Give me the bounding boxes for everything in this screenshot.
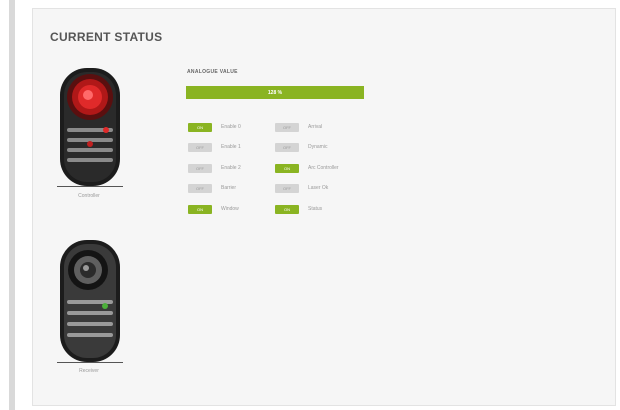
status-badge: OFF: [275, 122, 299, 132]
status-label: Arc Controller: [308, 165, 339, 171]
status-row-barrier: OFF Barrier: [188, 182, 236, 194]
status-label: Window: [221, 206, 239, 212]
status-row-window: ON Window: [188, 203, 239, 215]
status-badge: ON: [188, 122, 212, 132]
status-label: Enable 1: [221, 144, 241, 150]
controller-label: Controller: [78, 193, 100, 199]
status-row-arrival: OFF Arrival: [275, 121, 322, 133]
status-row-enable-2: OFF Enable 2: [188, 162, 241, 174]
analogue-value-bar: 128 %: [186, 86, 364, 99]
status-row-laser-ok: OFF Laser Ok: [275, 182, 328, 194]
status-badge: ON: [275, 163, 299, 173]
status-badge: OFF: [188, 142, 212, 152]
status-label: Enable 2: [221, 165, 241, 171]
status-badge: ON: [275, 204, 299, 214]
controller-device-image: [55, 62, 125, 190]
status-label: Barrier: [221, 185, 237, 191]
receiver-device-image: [55, 236, 125, 366]
status-row-status: ON Status: [275, 203, 322, 215]
status-label: Dynamic: [308, 144, 328, 150]
status-label: Enable 0: [221, 124, 241, 130]
status-label: Status: [308, 206, 323, 212]
analogue-value-label: ANALOGUE VALUE: [187, 69, 238, 75]
status-badge: ON: [188, 204, 212, 214]
status-row-enable-0: ON Enable 0: [188, 121, 241, 133]
status-badge: OFF: [275, 183, 299, 193]
status-badge: OFF: [188, 183, 212, 193]
status-badge: OFF: [188, 163, 212, 173]
status-row-arc-controller: ON Arc Controller: [275, 162, 339, 174]
page-title: CURRENT STATUS: [50, 30, 163, 44]
status-row-enable-1: OFF Enable 1: [188, 141, 241, 153]
status-label: Arrival: [308, 124, 323, 130]
status-badge: OFF: [275, 142, 299, 152]
receiver-label: Receiver: [79, 368, 99, 374]
status-row-dynamic: OFF Dynamic: [275, 141, 327, 153]
analogue-value-text: 128 %: [267, 89, 283, 96]
status-label: Laser Ok: [308, 185, 329, 191]
left-edge-rule: [9, 0, 15, 410]
